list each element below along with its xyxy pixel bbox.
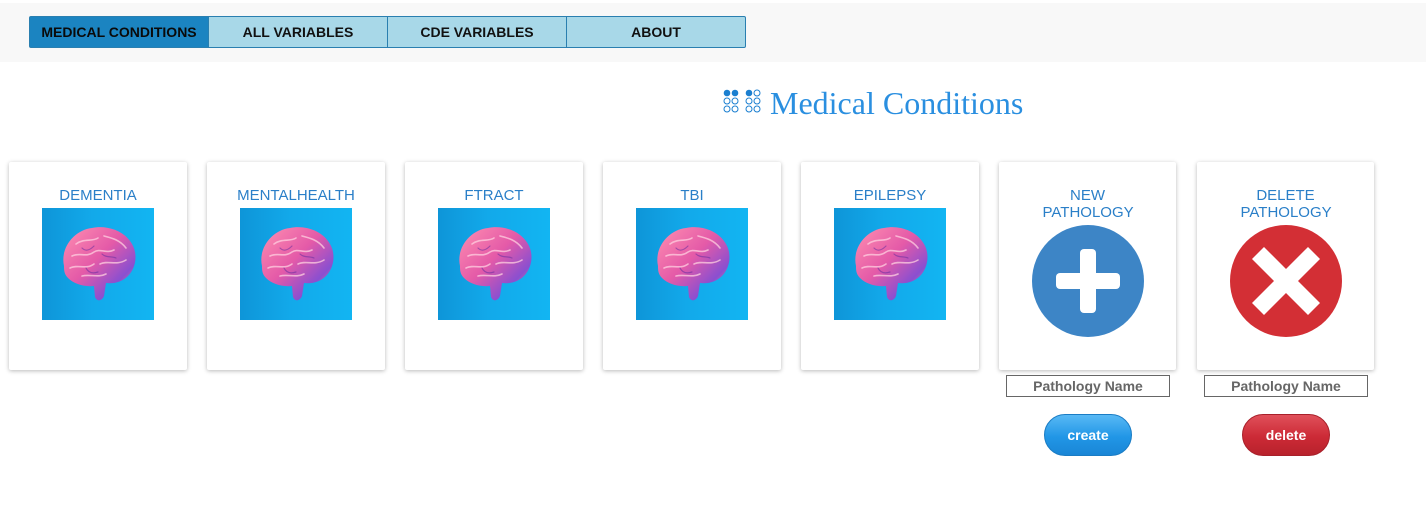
tab-all-variables[interactable]: ALL VARIABLES bbox=[208, 16, 388, 48]
delete-pathology-label: DELETE PATHOLOGY bbox=[1240, 187, 1332, 221]
pathology-card-epilepsy[interactable]: EPILEPSY bbox=[801, 162, 979, 370]
x-circle-icon[interactable] bbox=[1230, 225, 1342, 337]
delete-pathology-card: DELETE PATHOLOGY bbox=[1197, 162, 1374, 370]
create-button[interactable]: create bbox=[1044, 414, 1132, 456]
pathology-card-mentalhealth[interactable]: MENTALHEALTH bbox=[207, 162, 385, 370]
brain-icon[interactable] bbox=[240, 208, 352, 320]
nav-tabs: MEDICAL CONDITIONS ALL VARIABLES CDE VAR… bbox=[29, 16, 746, 48]
new-pathology-label: NEW PATHOLOGY bbox=[1042, 187, 1134, 221]
tab-medical-conditions[interactable]: MEDICAL CONDITIONS bbox=[29, 16, 209, 48]
pathology-card-dementia[interactable]: DEMENTIA bbox=[9, 162, 187, 370]
brain-icon[interactable] bbox=[438, 208, 550, 320]
tab-cde-variables[interactable]: CDE VARIABLES bbox=[387, 16, 567, 48]
dots-grid-icon bbox=[723, 89, 761, 113]
pathology-label: MENTALHEALTH bbox=[237, 187, 355, 204]
plus-circle-icon[interactable] bbox=[1032, 225, 1144, 337]
pathology-label: DEMENTIA bbox=[59, 187, 137, 204]
page-title: Medical Conditions bbox=[722, 83, 1023, 123]
new-pathology-name-input[interactable] bbox=[1006, 375, 1170, 397]
brain-icon[interactable] bbox=[636, 208, 748, 320]
brain-icon[interactable] bbox=[834, 208, 946, 320]
tab-about[interactable]: ABOUT bbox=[566, 16, 746, 48]
delete-pathology-name-input[interactable] bbox=[1204, 375, 1368, 397]
new-pathology-card: NEW PATHOLOGY bbox=[999, 162, 1176, 370]
page-title-text: Medical Conditions bbox=[770, 84, 1024, 121]
pathology-label: FTRACT bbox=[464, 187, 524, 204]
delete-button[interactable]: delete bbox=[1242, 414, 1330, 456]
top-nav-bar: MEDICAL CONDITIONS ALL VARIABLES CDE VAR… bbox=[0, 3, 1426, 62]
pathology-card-ftract[interactable]: FTRACT bbox=[405, 162, 583, 370]
pathology-label: TBI bbox=[680, 187, 704, 204]
brain-icon[interactable] bbox=[42, 208, 154, 320]
pathology-card-tbi[interactable]: TBI bbox=[603, 162, 781, 370]
pathology-label: EPILEPSY bbox=[853, 187, 927, 204]
